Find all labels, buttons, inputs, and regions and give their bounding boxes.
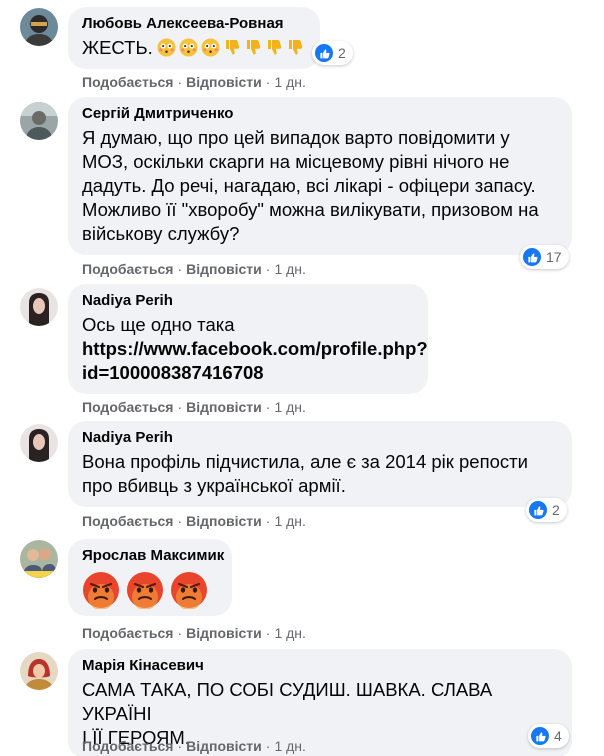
comment-bubble: Nadiya Perih Ось ще одно така https://ww…	[68, 284, 428, 394]
reaction-count-badge[interactable]: 2	[312, 41, 353, 65]
comment-bubble: Сергій Дмитриченко Я думаю, що про цей в…	[68, 97, 572, 255]
comment-text: Ось ще одно така https://www.facebook.co…	[82, 313, 428, 385]
comment-actions: Подобається · Відповісти · 1 дн.	[82, 625, 306, 641]
comment-author[interactable]: Ярослав Максимик	[82, 546, 224, 565]
thumbs-down-icon	[225, 40, 240, 55]
like-button[interactable]: Подобається	[82, 738, 173, 754]
avatar[interactable]	[20, 424, 58, 462]
comment-author[interactable]: Сергій Дмитриченко	[82, 104, 558, 123]
flushed-face-icon	[201, 38, 220, 57]
thumbs-down-icon	[246, 40, 261, 55]
like-icon	[529, 501, 547, 519]
comment-bubble: Nadiya Perih Вона профіль підчистила, ал…	[68, 421, 572, 507]
like-button[interactable]: Подобається	[82, 74, 173, 90]
angry-face-icon	[83, 572, 119, 609]
timestamp[interactable]: 1 дн.	[274, 399, 305, 415]
comment-text-line: Можливо її "хворобу" можна вилікувати, п…	[82, 199, 539, 220]
like-icon	[315, 44, 333, 62]
comment-text-line: Вона профіль підчистила, але є за 2014 р…	[82, 451, 528, 472]
reaction-count: 2	[552, 502, 560, 518]
avatar[interactable]	[20, 102, 58, 140]
comment-bubble: Любовь Алексеева-Ровная ЖЕСТЬ.	[68, 7, 320, 69]
reaction-count: 4	[554, 728, 562, 744]
comment-bubble: Ярослав Максимик	[68, 539, 232, 616]
emoji-row	[157, 38, 304, 57]
comment-actions: Подобається · Відповісти · 1 дн.	[82, 738, 306, 754]
reaction-count: 17	[546, 249, 562, 265]
comment-author[interactable]: Nadiya Perih	[82, 428, 558, 447]
comment-text-line: САМА ТАКА, ПО СОБІ СУДИШ. ШАВКА. СЛАВА У…	[82, 679, 493, 724]
comment-text: Я думаю, що про цей випадок варто повідо…	[82, 126, 558, 246]
like-button[interactable]: Подобається	[82, 513, 173, 529]
flushed-face-icon	[179, 38, 198, 57]
reply-button[interactable]: Відповісти	[186, 738, 262, 754]
comment-text-line: військову службу?	[82, 223, 240, 244]
reaction-count-badge[interactable]: 17	[520, 245, 569, 269]
comment-actions: Подобається · Відповісти · 1 дн.	[82, 261, 306, 277]
comment-text: ЖЕСТЬ.	[82, 36, 306, 60]
timestamp[interactable]: 1 дн.	[274, 738, 305, 754]
reply-button[interactable]: Відповісти	[186, 625, 262, 641]
like-icon	[531, 727, 549, 745]
reply-button[interactable]: Відповісти	[186, 261, 262, 277]
emoji-row	[82, 571, 218, 609]
avatar[interactable]	[20, 652, 58, 690]
profile-link[interactable]: https://www.facebook.com/profile.php?	[82, 337, 428, 361]
comment-text: Вона профіль підчистила, але є за 2014 р…	[82, 450, 558, 498]
like-button[interactable]: Подобається	[82, 261, 173, 277]
comment-text-line: дадуть. До речі, нагадаю, всі лікарі - о…	[82, 175, 536, 196]
comment-author[interactable]: Любовь Алексеева-Ровная	[82, 14, 306, 33]
reaction-count-badge[interactable]: 2	[526, 498, 567, 522]
comment-text-line: Я думаю, що про цей випадок варто повідо…	[82, 127, 510, 148]
timestamp[interactable]: 1 дн.	[274, 513, 305, 529]
comment-text-line: про вбивць з української армії.	[82, 475, 346, 496]
profile-link[interactable]: id=100008387416708	[82, 361, 414, 385]
reaction-count-badge[interactable]: 4	[528, 724, 569, 748]
flushed-face-icon	[157, 38, 176, 57]
comment-text-body: ЖЕСТЬ.	[82, 37, 153, 58]
comment-actions: Подобається · Відповісти · 1 дн.	[82, 513, 306, 529]
reaction-count: 2	[338, 45, 346, 61]
comment-author[interactable]: Марія Кінасевич	[82, 656, 558, 675]
like-button[interactable]: Подобається	[82, 625, 173, 641]
comment-actions: Подобається · Відповісти · 1 дн.	[82, 399, 306, 415]
reply-button[interactable]: Відповісти	[186, 399, 262, 415]
comment-author[interactable]: Nadiya Perih	[82, 291, 414, 310]
timestamp[interactable]: 1 дн.	[274, 261, 305, 277]
comment-text-line: Ось ще одно така	[82, 314, 235, 335]
comment-actions: Подобається · Відповісти · 1 дн.	[82, 74, 306, 90]
avatar[interactable]	[20, 8, 58, 46]
like-icon	[523, 248, 541, 266]
avatar[interactable]	[20, 540, 58, 578]
reply-button[interactable]: Відповісти	[186, 74, 262, 90]
timestamp[interactable]: 1 дн.	[274, 625, 305, 641]
comment-text-line: МОЗ, оскільки скарги на місцевому рівні …	[82, 151, 510, 172]
angry-face-icon	[171, 572, 207, 609]
avatar[interactable]	[20, 288, 58, 326]
thumbs-down-icon	[288, 40, 303, 55]
angry-face-icon	[127, 572, 163, 609]
thumbs-down-icon	[267, 40, 282, 55]
timestamp[interactable]: 1 дн.	[274, 74, 305, 90]
reply-button[interactable]: Відповісти	[186, 513, 262, 529]
like-button[interactable]: Подобається	[82, 399, 173, 415]
